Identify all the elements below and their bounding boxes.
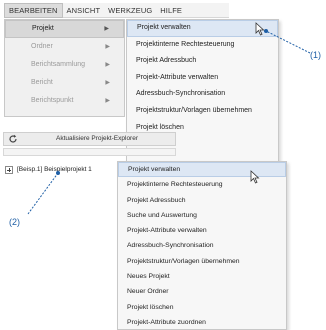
context-item-vorlagen[interactable]: Projektstruktur/Vorlagen übernehmen (118, 254, 286, 269)
context-item-projekt-verwalten[interactable]: Projekt verwalten (118, 162, 286, 178)
bearbeiten-submenu: Projekt ▶ Ordner ▶ Berichtsammlung ▶ Ber… (4, 19, 125, 117)
callout-label-2: (2) (9, 217, 20, 227)
context-item-attribute-zuordnen[interactable]: Projekt-Attribute zuordnen (118, 315, 286, 330)
tree-expand-icon[interactable] (5, 166, 13, 174)
submenu-item-label: Berichtspunkt (31, 97, 74, 104)
submenu-arrow-icon: ▶ (105, 98, 110, 104)
callout-arrow-1 (264, 29, 311, 54)
context-item-rechtesteuerung[interactable]: Projektinterne Rechtesteuerung (118, 177, 286, 192)
callout-arrow-2 (27, 171, 60, 215)
submenu-item-berichtspunkt[interactable]: Berichtspunkt ▶ (5, 92, 124, 110)
submenu-arrow-icon: ▶ (104, 26, 109, 32)
menu-item-rechtesteuerung[interactable]: Projektinterne Rechtesteuerung (127, 37, 278, 54)
submenu-item-label: Bericht (31, 79, 53, 86)
context-item-suche[interactable]: Suche und Auswertung (118, 208, 286, 223)
submenu-arrow-icon: ▶ (105, 62, 110, 68)
menu-bar: BEARBEITEN ANSICHT WERKZEUG HILFE (4, 2, 229, 18)
submenu-arrow-icon: ▶ (105, 80, 110, 86)
submenu-item-label: Ordner (31, 43, 53, 50)
mouse-cursor-icon (250, 170, 260, 184)
menu-item-vorlagen[interactable]: Projektstruktur/Vorlagen übernehmen (127, 103, 278, 120)
context-item-attribute-verwalten[interactable]: Projekt-Attribute verwalten (118, 223, 286, 238)
menu-item-adressbuch-sync[interactable]: Adressbuch-Synchronisation (127, 86, 278, 103)
submenu-item-label: Projekt (32, 25, 54, 32)
explorer-refresh-label[interactable]: Aktualisiere Projekt-Explorer (56, 133, 138, 145)
refresh-icon[interactable] (8, 134, 18, 144)
submenu-arrow-icon: ▶ (105, 44, 110, 50)
submenu-item-berichtsammlung[interactable]: Berichtsammlung ▶ (5, 56, 124, 74)
context-item-neuer-ordner[interactable]: Neuer Ordner (118, 284, 286, 299)
menu-item-attribute-verwalten[interactable]: Projekt-Attribute verwalten (127, 70, 278, 87)
callout-label-1: (1) (310, 50, 321, 60)
menu-bearbeiten[interactable]: BEARBEITEN (4, 2, 63, 18)
menu-item-adressbuch[interactable]: Projekt Adressbuch (127, 53, 278, 70)
context-menu: Projekt verwalten Projektinterne Rechtes… (117, 161, 287, 330)
submenu-item-label: Berichtsammlung (31, 61, 86, 68)
submenu-item-projekt[interactable]: Projekt ▶ (5, 20, 124, 38)
explorer-filter-bar[interactable] (3, 148, 176, 156)
context-item-projekt-loeschen[interactable]: Projekt löschen (118, 300, 286, 315)
menu-hilfe[interactable]: HILFE (156, 3, 186, 18)
context-item-neues-projekt[interactable]: Neues Projekt (118, 269, 286, 284)
submenu-item-ordner[interactable]: Ordner ▶ (5, 38, 124, 56)
explorer-toolbar: Aktualisiere Projekt-Explorer (3, 132, 176, 146)
context-item-adressbuch[interactable]: Projekt Adressbuch (118, 193, 286, 208)
context-item-adressbuch-sync[interactable]: Adressbuch-Synchronisation (118, 238, 286, 253)
menu-ansicht[interactable]: ANSICHT (63, 3, 105, 18)
menu-werkzeug[interactable]: WERKZEUG (104, 3, 156, 18)
submenu-item-bericht[interactable]: Bericht ▶ (5, 74, 124, 92)
